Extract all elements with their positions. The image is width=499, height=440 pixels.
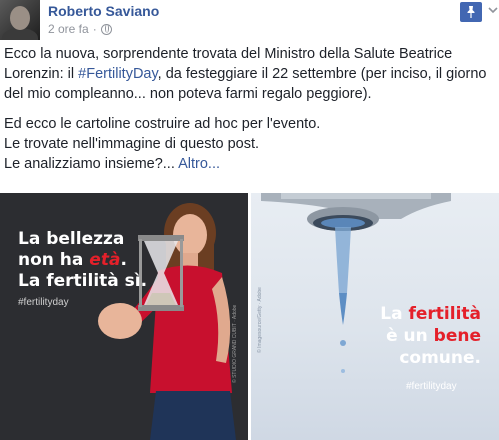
text-line: Ecco la nuova, sorprendente trovata del …: [4, 46, 453, 62]
poster-left-credit: © STUDIO GRAND CUBIT · Adobe: [232, 304, 238, 383]
author-name[interactable]: Roberto Saviano: [48, 3, 159, 19]
globe-icon[interactable]: [100, 23, 112, 35]
author-avatar[interactable]: [0, 0, 40, 40]
slogan-line: è un bene: [386, 326, 481, 346]
pin-icon: [467, 6, 475, 18]
slogan-line: La fertilità: [380, 304, 481, 324]
meta-separator: ·: [92, 22, 97, 36]
see-more-link[interactable]: Altro...: [175, 156, 220, 172]
poster-left-hashtag: #fertilityday: [18, 297, 69, 308]
poster-image-left[interactable]: La bellezza non ha età. La fertilità sì.…: [0, 193, 248, 440]
post-timestamp[interactable]: 2 ore fa: [48, 22, 89, 36]
facebook-post: Roberto Saviano 2 ore fa · Ecco la nuova…: [0, 0, 499, 440]
poster-right-slogan: La fertilità è un bene comune.: [377, 303, 481, 369]
text-line: Le analizziamo insieme?... Altro...: [4, 156, 221, 172]
text-line: Le trovate nell'immagine di questo post.: [4, 136, 260, 152]
slogan-line: comune.: [399, 348, 481, 368]
post-meta: 2 ore fa ·: [48, 22, 112, 36]
slogan-line: La bellezza: [18, 229, 125, 249]
text-line: Ed ecco le cartoline costruire ad hoc pe…: [4, 116, 321, 132]
chevron-down-icon[interactable]: [487, 4, 499, 16]
pin-button[interactable]: [460, 2, 482, 22]
poster-image-right[interactable]: La fertilità è un bene comune. #fertilit…: [251, 193, 499, 440]
text-line: Lorenzin: il #FertilityDay, da festeggia…: [4, 66, 487, 82]
poster-left-slogan: La bellezza non ha età. La fertilità sì.: [18, 229, 147, 292]
post-body: Ecco la nuova, sorprendente trovata del …: [4, 44, 499, 174]
slogan-line: non ha età.: [18, 250, 127, 270]
text-line: del mio compleanno... non poteva farmi r…: [4, 86, 372, 102]
avatar-head: [10, 6, 30, 30]
slogan-line: La fertilità sì.: [18, 271, 148, 291]
hashtag-link[interactable]: #FertilityDay: [78, 66, 158, 82]
poster-right-credit: © Imagesource/Getty · Adobe: [257, 287, 263, 353]
poster-right-hashtag: #fertilityday: [406, 381, 457, 392]
